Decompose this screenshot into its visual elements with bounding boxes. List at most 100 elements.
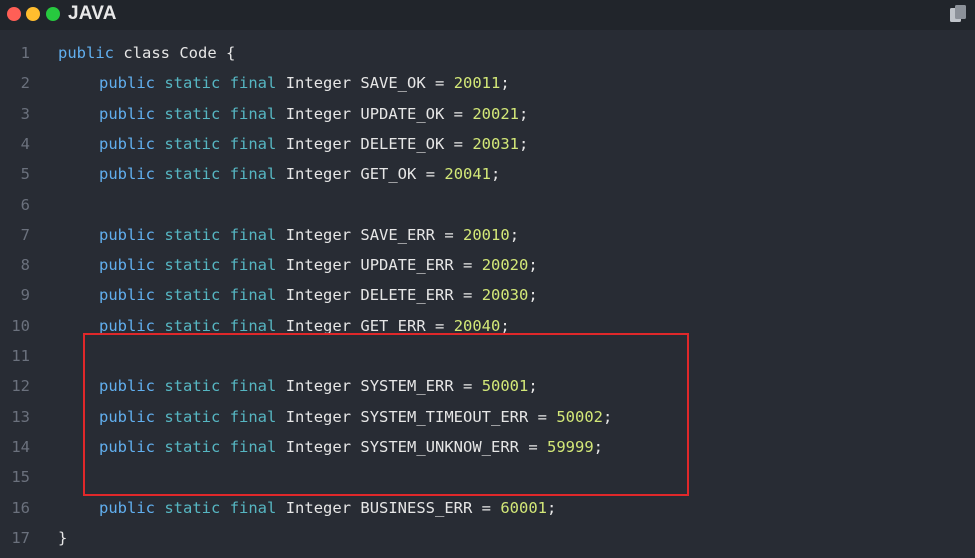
code-line: 7 public static final Integer SAVE_ERR = … xyxy=(0,220,975,250)
keyword-static: static xyxy=(164,165,221,184)
keyword-static: static xyxy=(164,286,221,305)
keyword-final: final xyxy=(229,225,277,244)
assign-operator: = xyxy=(453,256,482,275)
field-declaration: Integer GET_ERR xyxy=(285,316,426,335)
field-declaration: Integer SAVE_ERR xyxy=(285,225,436,244)
closing-brace: } xyxy=(58,528,68,547)
assign-operator: = xyxy=(435,225,464,244)
line-text: public static final Integer DELETE_ERR =… xyxy=(99,280,538,310)
code-line: 1 public class Code { xyxy=(0,38,975,68)
keyword-public: public xyxy=(99,316,155,335)
keyword-public: public xyxy=(99,225,155,244)
assign-operator: = xyxy=(444,104,473,123)
field-value: 20030 xyxy=(481,286,529,305)
field-value: 20040 xyxy=(453,316,501,335)
line-number: 13 xyxy=(11,407,30,426)
keyword-static: static xyxy=(164,498,221,517)
line-number: 2 xyxy=(20,74,30,93)
code-line: 17} xyxy=(0,523,975,553)
line-number: 5 xyxy=(20,165,30,184)
semicolon: ; xyxy=(528,256,538,275)
keyword-static: static xyxy=(164,134,221,153)
assign-operator: = xyxy=(444,134,473,153)
semicolon: ; xyxy=(528,286,538,305)
keyword-static: static xyxy=(164,104,221,123)
line-number: 6 xyxy=(20,195,30,214)
maximize-dot-icon[interactable] xyxy=(46,7,60,21)
line-number: 11 xyxy=(11,347,30,365)
line-text: public static final Integer BUSINESS_ERR… xyxy=(99,493,556,523)
keyword-final: final xyxy=(229,256,277,275)
keyword-static: static xyxy=(164,256,221,275)
keyword-public: public xyxy=(99,165,155,184)
semicolon: ; xyxy=(519,104,529,123)
code-line: 2 public static final Integer SAVE_OK = 2… xyxy=(0,68,975,98)
code-line: 16 public static final Integer BUSINESS_E… xyxy=(0,493,975,523)
line-text: public class Code { xyxy=(58,38,235,68)
code-line: 5 public static final Integer GET_OK = 20… xyxy=(0,159,975,189)
line-number: 7 xyxy=(20,225,30,244)
field-value: 20011 xyxy=(453,74,501,93)
code-line: 4 public static final Integer DELETE_OK =… xyxy=(0,129,975,159)
semicolon: ; xyxy=(547,498,557,517)
field-value: 20021 xyxy=(472,104,520,123)
keyword-final: final xyxy=(229,74,277,93)
assign-operator: = xyxy=(416,165,445,184)
keyword-static: static xyxy=(164,225,221,244)
semicolon: ; xyxy=(500,74,510,93)
line-number: 10 xyxy=(11,316,30,335)
keyword-public: public xyxy=(99,134,155,153)
field-value: 20020 xyxy=(481,256,529,275)
minimize-dot-icon[interactable] xyxy=(26,7,40,21)
line-number: 4 xyxy=(20,134,30,153)
field-declaration: Integer DELETE_ERR xyxy=(285,286,454,305)
assign-operator: = xyxy=(425,74,454,93)
semicolon: ; xyxy=(519,134,529,153)
field-declaration: Integer UPDATE_OK xyxy=(285,104,445,123)
code-line: 8 public static final Integer UPDATE_ERR … xyxy=(0,250,975,280)
field-value: 60001 xyxy=(500,498,548,517)
field-value: 20041 xyxy=(444,165,492,184)
code-line: 6 xyxy=(0,190,975,220)
line-number: 17 xyxy=(11,528,30,547)
code-line: 3 public static final Integer UPDATE_OK =… xyxy=(0,99,975,129)
line-number: 1 xyxy=(20,44,30,62)
field-declaration: Integer SAVE_OK xyxy=(285,74,426,93)
keyword-public: public xyxy=(58,44,114,62)
assign-operator: = xyxy=(472,498,501,517)
close-dot-icon[interactable] xyxy=(7,7,21,21)
keyword-final: final xyxy=(229,316,277,335)
semicolon: ; xyxy=(509,225,520,244)
field-value: 20031 xyxy=(472,134,520,153)
keyword-static: static xyxy=(164,316,221,335)
copy-icon[interactable] xyxy=(949,4,967,24)
semicolon: ; xyxy=(500,316,510,335)
keyword-static: static xyxy=(164,74,221,93)
line-text: } xyxy=(58,523,67,553)
keyword-public: public xyxy=(99,498,155,517)
keyword-public: public xyxy=(99,256,155,275)
line-text: public static final Integer UPDATE_OK = … xyxy=(99,99,528,129)
line-text: public static final Integer SAVE_OK = 20… xyxy=(99,68,510,98)
field-value: 20010 xyxy=(463,225,510,244)
assign-operator: = xyxy=(453,286,482,305)
assign-operator: = xyxy=(425,316,454,335)
highlight-box xyxy=(83,333,689,496)
keyword-final: final xyxy=(229,134,277,153)
line-number: 16 xyxy=(11,498,30,517)
field-declaration: Integer DELETE_OK xyxy=(285,134,445,153)
field-declaration: Integer GET_OK xyxy=(285,165,417,184)
code-line: 9 public static final Integer DELETE_ERR … xyxy=(0,280,975,310)
field-declaration: Integer UPDATE_ERR xyxy=(285,256,454,275)
line-number: 12 xyxy=(11,377,30,396)
line-text: public static final Integer UPDATE_ERR =… xyxy=(99,250,538,280)
keyword-public: public xyxy=(99,286,155,305)
line-number: 8 xyxy=(20,256,30,275)
line-number: 9 xyxy=(20,286,30,305)
line-number: 14 xyxy=(11,437,30,456)
code-window: JAVA 1 public class Code { 2 public static … xyxy=(0,0,975,558)
keyword-final: final xyxy=(229,104,277,123)
keyword-public: public xyxy=(99,74,155,93)
line-text: public static final Integer GET_OK = 200… xyxy=(99,159,500,189)
code-titlebar: JAVA xyxy=(0,0,975,30)
